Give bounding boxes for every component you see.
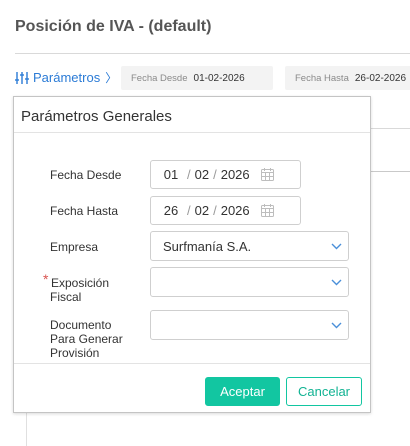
fecha-hasta-input[interactable]: 26 / 02 / 2026 — [150, 196, 301, 225]
fecha-desde-label: Fecha Desde — [50, 168, 122, 182]
background-divider — [371, 128, 410, 129]
background-divider — [371, 171, 410, 172]
cancel-button[interactable]: Cancelar — [286, 377, 362, 406]
date-separator: / — [213, 203, 217, 218]
exposicion-fiscal-select[interactable] — [150, 267, 349, 297]
calendar-icon[interactable] — [261, 168, 274, 181]
chevron-down-icon — [331, 243, 342, 250]
parameters-popover: Parámetros Generales Fecha Desde 01 / 02… — [13, 96, 371, 413]
parameters-toggle[interactable]: Parámetros 〉 — [15, 69, 117, 86]
empresa-select-value: Surfmanía S.A. — [163, 238, 252, 254]
exposicion-fiscal-label-line2: Fiscal — [50, 290, 82, 304]
fecha-hasta-label: Fecha Hasta — [50, 204, 119, 218]
documento-label-line3: Provisión — [50, 346, 100, 360]
fecha-hasta-chip-value: 26-02-2026 — [354, 72, 407, 84]
fecha-desde-chip-value: 01-02-2026 — [193, 72, 245, 84]
popover-title: Parámetros Generales — [14, 97, 370, 133]
fecha-desde-chip-label: Fecha Desde — [131, 72, 188, 84]
title-divider — [15, 53, 410, 54]
required-indicator: * — [43, 271, 49, 287]
exposicion-fiscal-label-line1: Exposición — [51, 276, 110, 290]
background-divider — [26, 412, 27, 446]
fecha-desde-day[interactable]: 01 — [151, 167, 191, 182]
empresa-label: Empresa — [50, 240, 99, 254]
exposicion-fiscal-label: Exposición Fiscal — [50, 276, 109, 304]
documento-label: Documento Para Generar Provisión — [50, 318, 123, 360]
fecha-hasta-day[interactable]: 26 — [151, 203, 191, 218]
date-separator: / — [213, 167, 217, 182]
chevron-right-icon: 〉 — [105, 71, 118, 85]
chevron-down-icon — [331, 322, 342, 329]
documento-select[interactable] — [150, 310, 349, 340]
parameters-toggle-label: Parámetros — [33, 70, 101, 85]
chevron-down-icon — [331, 279, 342, 286]
calendar-icon[interactable] — [261, 204, 274, 217]
fecha-desde-input[interactable]: 01 / 02 / 2026 — [150, 160, 301, 189]
accept-button[interactable]: Aceptar — [205, 377, 280, 406]
fecha-hasta-month[interactable]: 02 — [195, 203, 209, 218]
page-title: Posición de IVA - (default) — [15, 18, 212, 35]
documento-label-line2: Para Generar — [50, 332, 123, 346]
fecha-desde-chip[interactable]: Fecha Desde 01-02-2026 — [121, 66, 273, 90]
sliders-icon — [15, 71, 29, 84]
fecha-desde-year[interactable]: 2026 — [221, 167, 250, 182]
fecha-hasta-chip-label: Fecha Hasta — [295, 72, 349, 84]
fecha-hasta-year[interactable]: 2026 — [221, 203, 250, 218]
fecha-desde-month[interactable]: 02 — [195, 167, 209, 182]
date-separator: / — [187, 203, 191, 218]
date-separator: / — [187, 167, 191, 182]
popover-footer-divider — [14, 363, 370, 364]
empresa-select[interactable]: Surfmanía S.A. — [150, 231, 349, 261]
documento-label-line1: Documento — [50, 318, 112, 332]
fecha-hasta-chip[interactable]: Fecha Hasta 26-02-2026 — [285, 66, 410, 90]
